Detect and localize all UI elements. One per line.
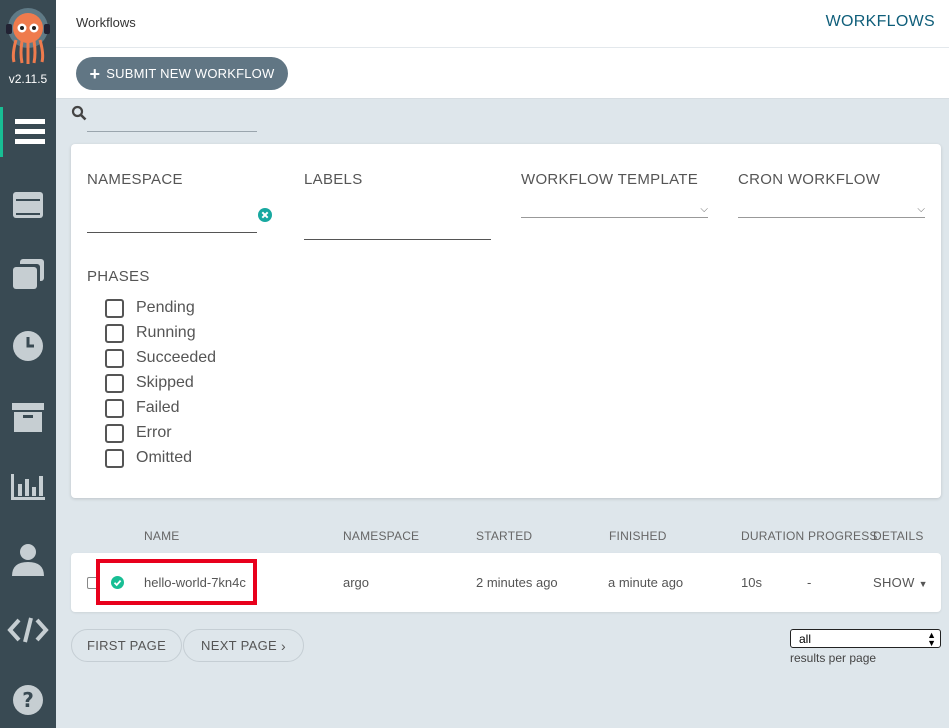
- phase-skipped[interactable]: Skipped: [105, 372, 194, 394]
- phase-failed[interactable]: Failed: [105, 397, 180, 419]
- column-header-duration: DURATION: [741, 529, 805, 543]
- nav-user[interactable]: [0, 534, 56, 584]
- column-header-name: NAME: [144, 529, 180, 543]
- submit-new-workflow-button[interactable]: + SUBMIT NEW WORKFLOW: [76, 57, 288, 90]
- help-icon: ?: [13, 685, 43, 715]
- reports-icon: [11, 474, 45, 500]
- nav-help[interactable]: ?: [0, 675, 56, 725]
- workflow-name-link[interactable]: hello-world-7kn4c: [144, 575, 246, 590]
- phase-checkbox[interactable]: [105, 398, 124, 418]
- nav-cluster-templates[interactable]: [0, 250, 56, 300]
- nav-archive[interactable]: [0, 392, 56, 442]
- phase-checkbox[interactable]: [105, 298, 124, 318]
- labels-filter-label: LABELS: [304, 171, 363, 188]
- results-per-page-select[interactable]: all ▲ ▼: [790, 629, 941, 648]
- next-page-label: NEXT PAGE: [201, 638, 277, 653]
- phase-error[interactable]: Error: [105, 422, 172, 444]
- argo-logo-icon: [6, 8, 50, 64]
- phase-checkbox[interactable]: [105, 373, 124, 393]
- toolbar: + SUBMIT NEW WORKFLOW: [56, 48, 949, 99]
- workflow-namespace: argo: [343, 575, 370, 590]
- nav-cron-workflows[interactable]: [0, 321, 56, 371]
- workflow-template-filter-label: WORKFLOW TEMPLATE: [521, 171, 699, 188]
- cron-workflows-icon: [13, 331, 43, 361]
- show-details-button[interactable]: SHOW ▼: [873, 575, 928, 590]
- search-icon: [71, 105, 87, 121]
- table-row[interactable]: hello-world-7kn4c argo 2 minutes ago a m…: [71, 553, 941, 612]
- cron-workflow-select[interactable]: ⌵: [738, 202, 925, 218]
- nav-workflows[interactable]: [0, 107, 56, 157]
- nav-workflow-templates[interactable]: [0, 180, 56, 230]
- chevron-down-icon: ⌵: [917, 204, 925, 215]
- phase-pending[interactable]: Pending: [105, 297, 195, 319]
- phase-checkbox[interactable]: [105, 323, 124, 343]
- svg-text:?: ?: [22, 688, 34, 712]
- nav-reports[interactable]: [0, 462, 56, 512]
- phase-label: Succeeded: [136, 349, 217, 366]
- search-input[interactable]: [87, 104, 257, 132]
- select-arrows-icon: ▲ ▼: [927, 630, 936, 648]
- chevron-right-icon: ›: [280, 637, 286, 654]
- labels-input[interactable]: [304, 208, 491, 240]
- succeeded-status-icon: [111, 576, 124, 589]
- first-page-label: FIRST PAGE: [86, 638, 167, 653]
- workflow-templates-icon: [13, 192, 43, 218]
- results-per-page-label: results per page: [790, 651, 877, 665]
- nav-api-docs[interactable]: [0, 605, 56, 655]
- submit-new-workflow-label: SUBMIT NEW WORKFLOW: [106, 66, 275, 81]
- namespace-input[interactable]: [87, 202, 257, 233]
- column-header-finished: FINISHED: [609, 529, 667, 543]
- page-title: WORKFLOWS: [825, 13, 935, 30]
- workflow-progress: -: [807, 575, 812, 590]
- workflow-finished: a minute ago: [608, 575, 684, 590]
- api-docs-icon: [7, 617, 49, 643]
- phase-label: Skipped: [136, 374, 194, 391]
- phase-label: Running: [136, 324, 196, 341]
- cron-workflow-filter-label: CRON WORKFLOW: [738, 171, 881, 188]
- workflow-started: 2 minutes ago: [476, 575, 558, 590]
- phase-label: Pending: [136, 299, 195, 316]
- top-bar: Workflows WORKFLOWS: [56, 0, 949, 48]
- column-header-namespace: NAMESPACE: [343, 529, 420, 543]
- column-header-started: STARTED: [476, 529, 533, 543]
- caret-down-icon: ▼: [918, 579, 928, 589]
- version-label: v2.11.5: [8, 72, 48, 86]
- cluster-templates-icon: [13, 259, 44, 289]
- archive-icon: [12, 403, 44, 432]
- phase-label: Error: [136, 424, 172, 441]
- chevron-down-icon: ⌵: [700, 204, 708, 215]
- column-header-progress: PROGRESS: [808, 529, 878, 543]
- phase-succeeded[interactable]: Succeeded: [105, 347, 216, 369]
- phase-omitted[interactable]: Omitted: [105, 447, 192, 469]
- phase-label: Omitted: [136, 449, 193, 466]
- clear-namespace-icon[interactable]: [258, 208, 272, 222]
- phase-label: Failed: [136, 399, 180, 416]
- user-icon: [12, 544, 44, 576]
- workflow-duration: 10s: [741, 575, 762, 590]
- workflows-icon: [14, 119, 45, 144]
- sidebar: v2.11.5 ?: [0, 0, 56, 728]
- column-header-details: DETAILS: [873, 529, 924, 543]
- workflow-template-select[interactable]: ⌵: [521, 202, 708, 218]
- next-page-button[interactable]: NEXT PAGE ›: [183, 629, 304, 662]
- phase-checkbox[interactable]: [105, 423, 124, 443]
- namespace-filter-label: NAMESPACE: [87, 171, 183, 188]
- filters-panel: NAMESPACE LABELS WORKFLOW TEMPLATE ⌵ CRO…: [71, 144, 941, 498]
- phases-label: PHASES: [87, 268, 150, 285]
- results-per-page-value: all: [799, 631, 812, 646]
- show-details-label: SHOW: [873, 575, 915, 590]
- row-select-checkbox[interactable]: [87, 577, 99, 589]
- phase-running[interactable]: Running: [105, 322, 196, 344]
- plus-icon: +: [89, 63, 101, 84]
- phase-checkbox[interactable]: [105, 348, 124, 368]
- first-page-button[interactable]: FIRST PAGE: [71, 629, 182, 662]
- phase-checkbox[interactable]: [105, 448, 124, 468]
- breadcrumb[interactable]: Workflows: [76, 15, 136, 30]
